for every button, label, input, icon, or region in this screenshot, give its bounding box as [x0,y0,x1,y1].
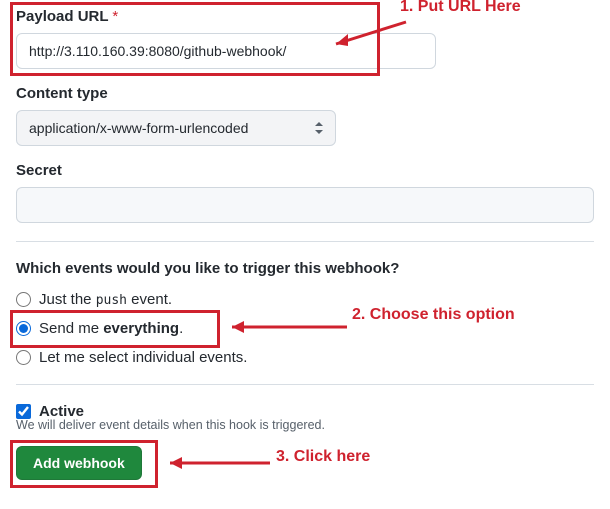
annotation-text-1: 1. Put URL Here [400,0,521,16]
secret-group: Secret [16,162,594,223]
required-asterisk: * [112,8,118,25]
active-description: We will deliver event details when this … [16,418,594,432]
payload-url-group: Payload URL * 1. Put URL Here [16,8,594,69]
active-checkbox[interactable] [16,404,31,419]
radio-everything-label[interactable]: Send me everything. [39,320,183,337]
radio-push[interactable] [16,292,31,307]
annotation-text-3: 3. Click here [276,448,370,466]
annotation-arrow-2 [222,318,352,338]
add-webhook-button[interactable]: Add webhook [16,446,142,480]
secret-input[interactable] [16,187,594,223]
annotation-text-2: 2. Choose this option [352,306,515,324]
events-heading: Which events would you like to trigger t… [16,260,594,277]
radio-row-everything: Send me everything. 2. Choose this optio… [16,320,594,337]
radio-push-label[interactable]: Just the push event. [39,291,172,308]
radio-everything[interactable] [16,321,31,336]
content-type-selected: application/x-www-form-urlencoded [29,118,248,138]
secret-label: Secret [16,162,594,179]
events-section: Which events would you like to trigger t… [16,260,594,366]
content-type-group: Content type application/x-www-form-urle… [16,85,594,146]
divider-1 [16,241,594,242]
annotation-arrow-3 [160,454,276,474]
content-type-label: Content type [16,85,594,102]
radio-individual-label[interactable]: Let me select individual events. [39,349,247,366]
select-caret-icon [315,122,323,134]
payload-url-input[interactable] [16,33,436,69]
submit-wrap: Add webhook 3. Click here [16,446,142,480]
payload-url-label-text: Payload URL [16,8,108,25]
radio-individual[interactable] [16,350,31,365]
content-type-select[interactable]: application/x-www-form-urlencoded [16,110,336,146]
radio-row-individual: Let me select individual events. [16,349,594,366]
divider-2 [16,384,594,385]
